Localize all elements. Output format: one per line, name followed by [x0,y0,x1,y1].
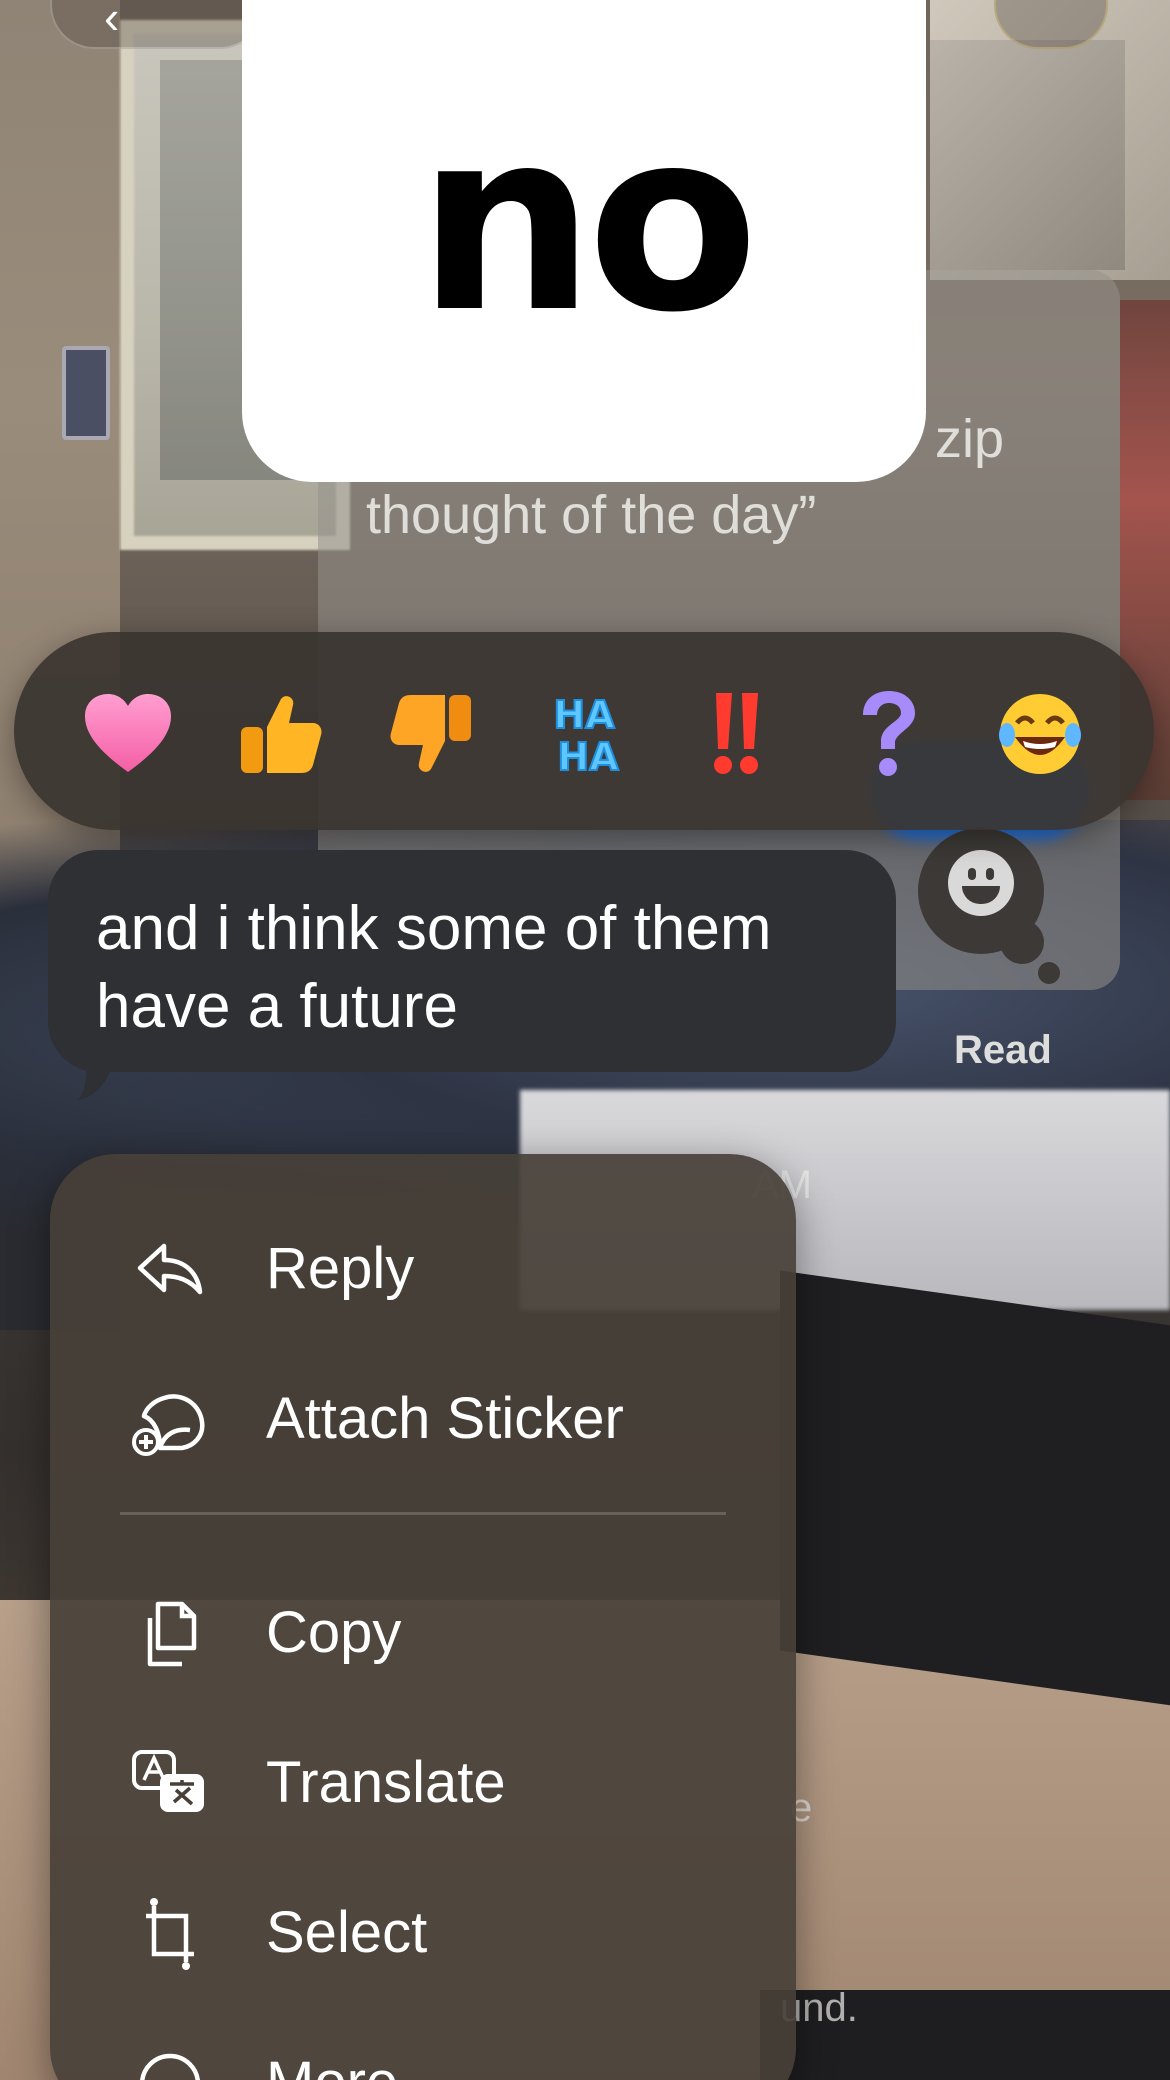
laugh-cry-icon [999,694,1081,774]
menu-item-more[interactable]: More [50,2010,796,2080]
menu-item-label: Translate [266,1750,506,1815]
thumbs-up-reaction-button[interactable] [232,686,328,782]
haha-icon: HA HA [552,692,620,780]
sticker-preview: no [242,0,926,482]
thread-fragment-line: thought of the day” [366,485,817,545]
menu-item-select[interactable]: Select [50,1860,796,2000]
message-text: and i think some of them have a future [96,894,772,1041]
exclamation-reaction-button[interactable] [688,686,784,782]
menu-item-label: Select [266,1900,428,1965]
double-exclamation-icon [714,693,758,774]
message-tail [78,1046,112,1100]
menu-item-label: Copy [266,1600,402,1665]
more-reactions-partial[interactable] [1136,686,1154,782]
question-reaction-button[interactable] [840,686,936,782]
background-outlet [62,346,110,440]
reply-icon [137,1243,203,1295]
copy-icon [147,1601,197,1667]
heart-icon [85,694,171,772]
menu-item-label: More [266,2048,398,2080]
translate-icon [132,1750,204,1812]
svg-text:HA: HA [557,735,619,779]
tapback-reaction-bar: HA HA [14,632,1154,830]
message-context-menu: Reply Attach Sticker Copy Translate Sele… [50,1154,796,2080]
background-pad [780,1270,1170,1710]
svg-text:HA: HA [553,693,615,737]
more-icon [140,2053,200,2080]
laugh-cry-reaction-button[interactable] [992,686,1088,782]
thread-fragment-top: zip [935,409,1005,469]
smiley-icon [948,850,1014,916]
menu-item-reply[interactable]: Reply [50,1196,796,1336]
emoji-suggestion-tail [1000,920,1044,964]
menu-divider [120,1512,726,1515]
sticker-text: no [417,75,759,367]
sticker-icon [132,1394,205,1456]
thread-image [930,40,1125,270]
screen: zip thought of the day” Read AM e und. ‹… [0,0,1170,2080]
question-icon [863,691,915,776]
emoji-suggestion-tail-dot [1038,962,1060,984]
menu-item-translate[interactable]: Translate [50,1710,796,1850]
heart-reaction-button[interactable] [80,686,176,782]
menu-item-attach-sticker[interactable]: Attach Sticker [50,1346,796,1486]
read-receipt: Read [954,1028,1052,1072]
menu-item-copy[interactable]: Copy [50,1560,796,1700]
menu-item-label: Reply [266,1236,415,1301]
thumbs-up-icon [241,696,322,773]
menu-item-label: Attach Sticker [266,1386,624,1451]
thumbs-down-reaction-button[interactable] [384,686,480,782]
thumbs-down-icon [390,695,471,772]
back-button[interactable] [50,0,264,49]
chevron-left-icon: ‹ [104,0,120,43]
haha-reaction-button[interactable]: HA HA [536,686,632,782]
select-icon [146,1898,194,1970]
